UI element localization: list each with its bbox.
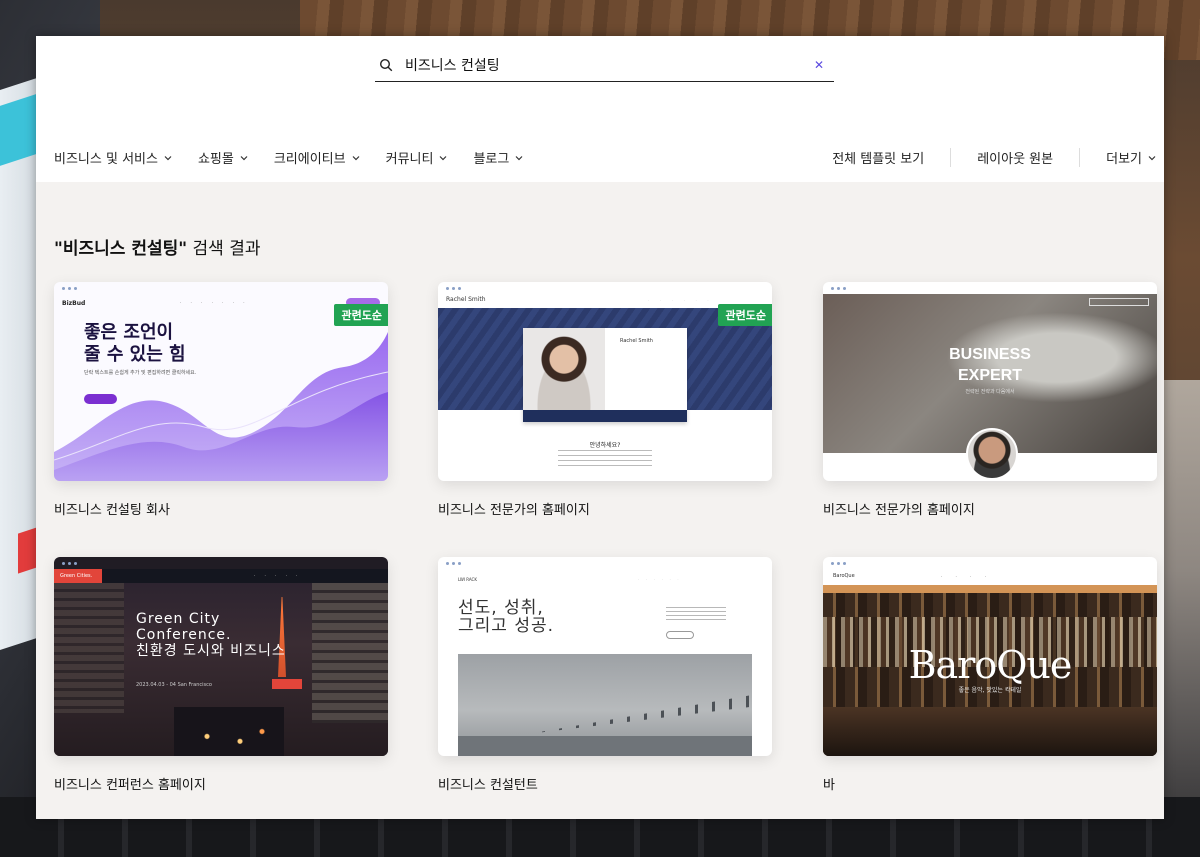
thumb-header xyxy=(54,569,388,583)
nav-label: 비즈니스 및 서비스 xyxy=(54,152,158,167)
profile-card-bar xyxy=(523,410,687,422)
thumb-paragraph xyxy=(558,450,652,470)
chevron-down-icon xyxy=(440,155,447,160)
nav-business-services[interactable]: 비즈니스 및 서비스 xyxy=(54,148,172,167)
thumb-menu: · · · · xyxy=(941,574,992,579)
thumb-button xyxy=(272,679,302,689)
window-dots xyxy=(446,287,461,290)
template-card[interactable]: BUSINESS EXPERT 전략된 전략과 다음에서 비즈니스 전문가의 홈페… xyxy=(823,282,1157,518)
thumb-logo: Green Cities. xyxy=(54,569,102,583)
window-dots xyxy=(62,287,77,290)
thumb-headline: BUSINESS EXPERT xyxy=(949,346,1031,384)
thumb-name: Rachel Smith xyxy=(446,296,486,303)
profile-photo xyxy=(523,328,605,410)
nav-right: 전체 템플릿 보기 레이아웃 원본 더보기 xyxy=(806,148,1156,167)
profile-info: Rachel Smith xyxy=(620,338,653,344)
thumb-menu: · · · · · · · xyxy=(180,300,249,305)
search-icon xyxy=(379,58,393,71)
thumb-subtext: 전략된 전략과 다음에서 xyxy=(965,389,1015,395)
thumb-button xyxy=(1089,298,1149,306)
chevron-down-icon xyxy=(240,155,248,160)
layout-originals-link[interactable]: 레이아웃 원본 xyxy=(950,148,1079,167)
window-dots xyxy=(831,287,846,290)
building-right xyxy=(312,583,388,723)
template-card[interactable]: Rachel Smith · · · · · · Rachel Smith 안녕… xyxy=(438,282,772,518)
thumb-menu: · · · · · · xyxy=(638,577,682,581)
nav-shopping[interactable]: 쇼핑몰 xyxy=(198,148,248,167)
nav-label: 레이아웃 원본 xyxy=(977,152,1054,167)
search-bar[interactable]: ✕ xyxy=(375,48,834,82)
window-dots xyxy=(831,562,846,565)
thumb-subtext: 좋은 음악, 맛있는 칵테일 xyxy=(958,687,1022,694)
chevron-down-icon xyxy=(515,155,523,160)
template-thumbnail[interactable]: BUSINESS EXPERT 전략된 전략과 다음에서 xyxy=(823,282,1157,481)
chevron-down-icon xyxy=(164,155,172,160)
results-query: "비즈니스 컨설팅" xyxy=(54,239,188,259)
relevance-badge: 관련도순 xyxy=(333,304,388,326)
chevron-down-icon xyxy=(1148,155,1156,160)
avatar xyxy=(966,428,1018,480)
nav-label: 더보기 xyxy=(1106,152,1142,167)
template-search-panel: ✕ 비즈니스 및 서비스 쇼핑몰 크리에이티브 커뮤니티 블로그 xyxy=(36,36,1164,819)
wave-graphic xyxy=(54,332,388,481)
template-thumbnail[interactable]: LWI RACK · · · · · · 선도, 성취, 그리고 성공. xyxy=(438,557,772,756)
template-thumbnail[interactable]: Green Cities. · · · · · Green City Confer… xyxy=(54,557,388,756)
thumb-header: BaroQue · · · · xyxy=(823,569,1157,585)
nav-label: 크리에이티브 xyxy=(273,152,346,167)
thumb-menu: · · · · · xyxy=(254,573,302,578)
template-title[interactable]: 바 xyxy=(823,774,1157,793)
results-heading: "비즈니스 컨설팅" 검색 결과 xyxy=(54,234,261,259)
building-left xyxy=(54,583,124,713)
thumb-headline: 선도, 성취, 그리고 성공. xyxy=(458,598,555,636)
right-edge xyxy=(1164,380,1200,857)
category-nav: 비즈니스 및 서비스 쇼핑몰 크리에이티브 커뮤니티 블로그 xyxy=(54,148,549,167)
nav-creative[interactable]: 크리에이티브 xyxy=(274,148,360,167)
more-menu[interactable]: 더보기 xyxy=(1079,148,1156,167)
bridge-photo xyxy=(458,654,752,756)
template-title[interactable]: 비즈니스 전문가의 홈페이지 xyxy=(438,499,772,518)
nav-label: 전체 템플릿 보기 xyxy=(832,152,925,167)
thumb-meta: 2023.04.03 - 04 San Francisco xyxy=(136,682,212,688)
template-card[interactable]: LWI RACK · · · · · · 선도, 성취, 그리고 성공. 비즈니스… xyxy=(438,557,772,793)
thumb-button xyxy=(666,631,694,639)
template-title[interactable]: 비즈니스 컨퍼런스 홈페이지 xyxy=(54,774,388,793)
thumb-greeting: 안녕하세요? xyxy=(589,442,621,449)
water xyxy=(458,736,752,756)
thumb-logo: BizBud xyxy=(62,300,86,307)
close-icon[interactable]: ✕ xyxy=(810,56,828,74)
template-card[interactable]: BaroQue · · · · BaroQue 좋은 음악, 맛있는 칵테일 바 xyxy=(823,557,1157,793)
nav-label: 커뮤니티 xyxy=(385,152,434,167)
street-lights xyxy=(174,707,284,756)
template-title[interactable]: 비즈니스 전문가의 홈페이지 xyxy=(823,499,1157,518)
chevron-down-icon xyxy=(352,155,360,160)
nav-community[interactable]: 커뮤니티 xyxy=(386,148,448,167)
template-card[interactable]: BizBud · · · · · · · 좋은 조언이 줄 수 있는 힘 단락 텍… xyxy=(54,282,388,518)
bar-counter xyxy=(823,707,1157,756)
thumb-paragraph xyxy=(666,607,726,623)
thumb-logo: LWI RACK xyxy=(458,577,477,582)
search-input[interactable] xyxy=(405,56,810,73)
view-all-templates-link[interactable]: 전체 템플릿 보기 xyxy=(806,148,950,167)
nav-blog[interactable]: 블로그 xyxy=(473,148,523,167)
results-suffix: 검색 결과 xyxy=(187,239,261,259)
template-title[interactable]: 비즈니스 컨설턴트 xyxy=(438,774,772,793)
template-thumbnail[interactable]: Rachel Smith · · · · · · Rachel Smith 안녕… xyxy=(438,282,772,481)
nav-label: 쇼핑몰 xyxy=(197,152,234,167)
screen-accent xyxy=(0,94,36,166)
top-bar: ✕ 비즈니스 및 서비스 쇼핑몰 크리에이티브 커뮤니티 블로그 xyxy=(36,36,1164,182)
thumb-menu: · · · · · · xyxy=(648,298,714,302)
thumb-headline: Green City Conference. 친환경 도시와 비즈니스 xyxy=(136,611,286,659)
window-dots xyxy=(446,562,461,565)
template-card[interactable]: Green Cities. · · · · · Green City Confer… xyxy=(54,557,388,793)
thumb-headline: BaroQue xyxy=(908,643,1073,687)
template-title[interactable]: 비즈니스 컨설팅 회사 xyxy=(54,499,388,518)
thumb-logo: BaroQue xyxy=(833,573,855,579)
bridge xyxy=(528,694,752,734)
template-thumbnail[interactable]: BizBud · · · · · · · 좋은 조언이 줄 수 있는 힘 단락 텍… xyxy=(54,282,388,481)
info-strip xyxy=(823,585,1157,593)
window-dots xyxy=(62,562,77,565)
nav-label: 블로그 xyxy=(473,152,510,167)
relevance-badge: 관련도순 xyxy=(717,304,772,326)
template-thumbnail[interactable]: BaroQue · · · · BaroQue 좋은 음악, 맛있는 칵테일 xyxy=(823,557,1157,756)
